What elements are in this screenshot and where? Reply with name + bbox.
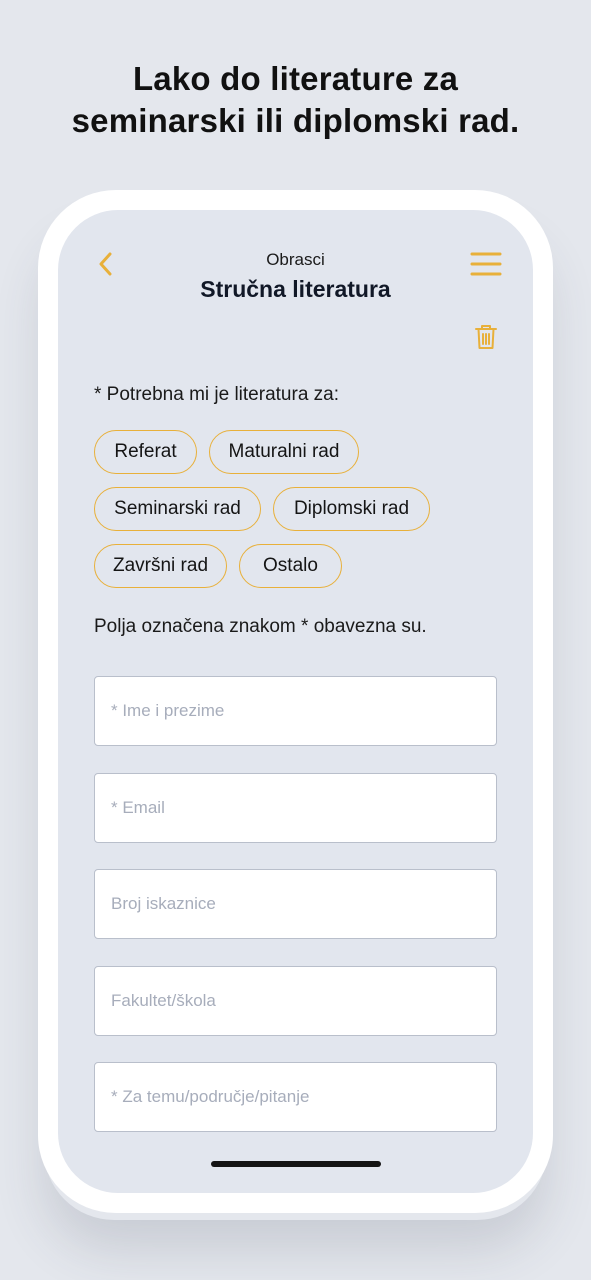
email-field[interactable]	[94, 772, 497, 843]
faculty-school-field[interactable]	[94, 965, 497, 1036]
chip-diplomski-rad[interactable]: Diplomski rad	[273, 487, 430, 531]
promo-headline-line-2: seminarski ili diplomski rad.	[71, 102, 520, 139]
promo-headline: Lako do literature za seminarski ili dip…	[0, 58, 591, 142]
chip-maturalni-rad[interactable]: Maturalni rad	[209, 430, 359, 474]
chip-row: Seminarski rad Diplomski rad	[94, 487, 494, 531]
chip-ostalo[interactable]: Ostalo	[239, 544, 342, 588]
home-indicator[interactable]	[211, 1161, 381, 1167]
form-fields	[94, 676, 497, 1159]
nav-subtitle: Obrasci	[266, 250, 325, 269]
promo-headline-line-1: Lako do literature za	[132, 60, 459, 97]
phone-frame: Obrasci Stručna literatura * Potrebna mi…	[38, 190, 553, 1213]
literature-type-chips: Referat Maturalni rad Seminarski rad Dip…	[94, 430, 494, 601]
chip-seminarski-rad[interactable]: Seminarski rad	[94, 487, 261, 531]
chip-zavrsni-rad[interactable]: Završni rad	[94, 544, 227, 588]
delete-button[interactable]	[474, 323, 498, 351]
menu-button[interactable]	[470, 250, 502, 278]
id-card-number-field[interactable]	[94, 869, 497, 939]
page-title: Stručna literatura	[200, 276, 391, 302]
chip-row: Referat Maturalni rad	[94, 430, 494, 474]
literature-prompt: * Potrebna mi je literatura za:	[94, 384, 340, 405]
hamburger-menu-icon	[470, 252, 502, 276]
required-fields-note: Polja označena znakom * obavezna su.	[94, 616, 427, 637]
topic-field[interactable]	[94, 1062, 497, 1132]
name-field[interactable]	[94, 676, 497, 746]
chip-referat[interactable]: Referat	[94, 430, 197, 474]
chip-row: Završni rad Ostalo	[94, 544, 494, 588]
app-screen: Obrasci Stručna literatura * Potrebna mi…	[58, 210, 533, 1193]
trash-icon	[475, 325, 497, 349]
